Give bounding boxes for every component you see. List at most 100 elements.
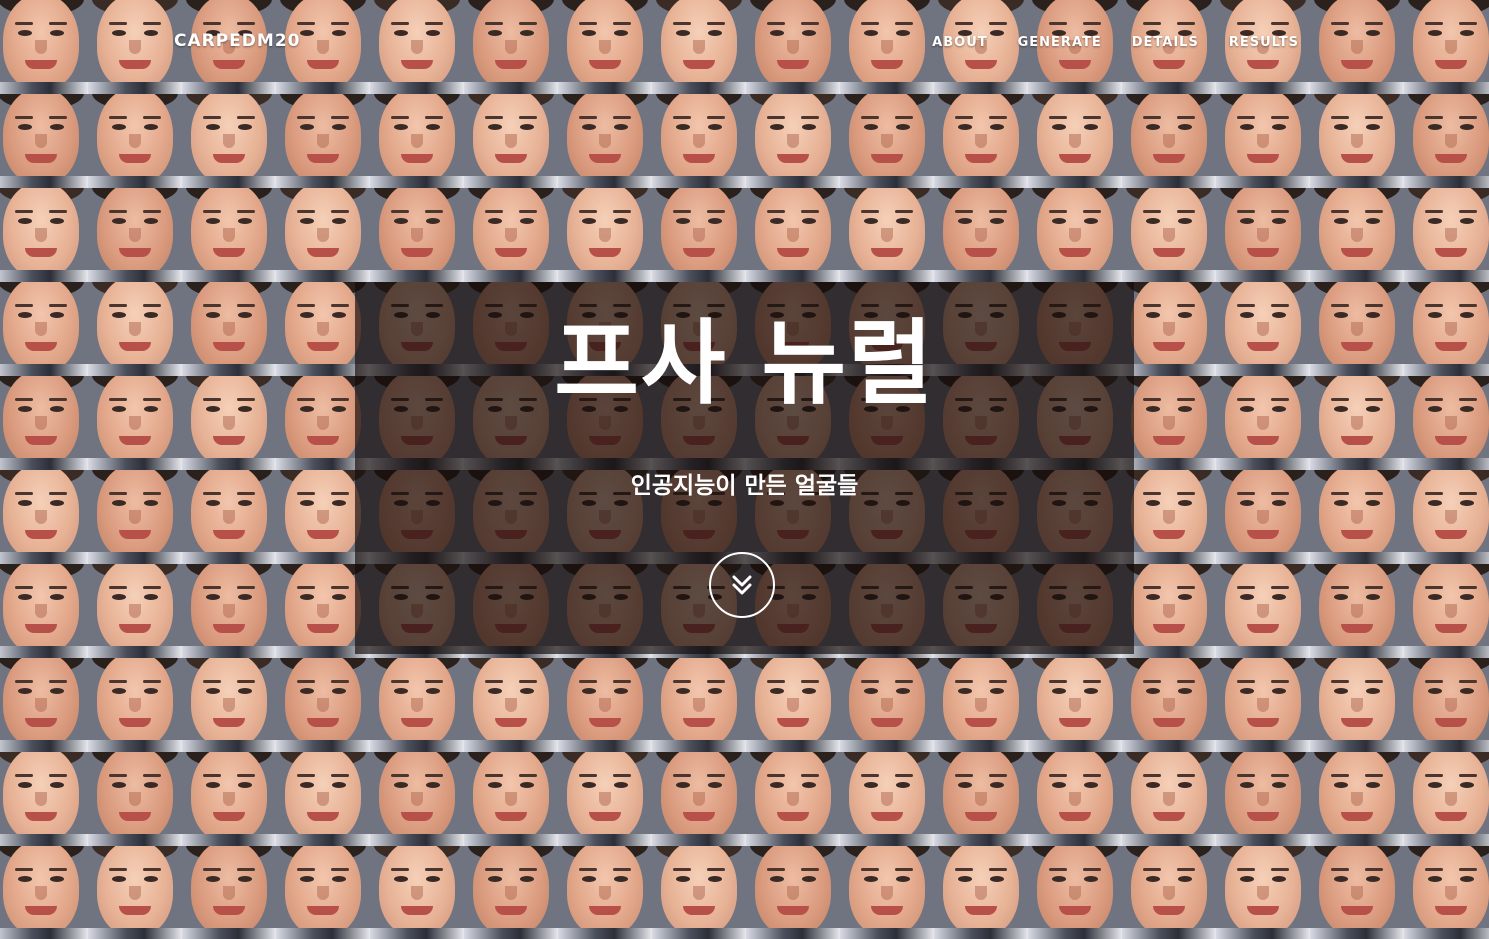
face-part xyxy=(0,552,88,564)
face-part xyxy=(109,116,127,119)
face-part xyxy=(707,210,725,213)
face-part xyxy=(238,500,252,506)
face-image xyxy=(1310,376,1404,470)
face-image xyxy=(1310,470,1404,564)
face-part xyxy=(297,304,315,307)
face-part xyxy=(206,124,220,130)
face-part xyxy=(1351,604,1363,618)
scroll-down-button[interactable] xyxy=(709,552,775,618)
face-part xyxy=(88,270,182,282)
face-part xyxy=(1257,604,1269,618)
face-part xyxy=(213,718,245,727)
face-part xyxy=(1428,406,1442,412)
face-part xyxy=(1351,134,1363,148)
face-part xyxy=(1271,774,1289,777)
face-part xyxy=(88,176,182,188)
face-part xyxy=(1247,906,1279,915)
face-part xyxy=(520,124,534,130)
face-part xyxy=(50,406,64,412)
face-part xyxy=(237,398,255,401)
face-part xyxy=(307,624,339,633)
face-part xyxy=(746,928,840,939)
face-part xyxy=(1153,436,1185,445)
nav-link-about[interactable]: ABOUT xyxy=(932,35,987,50)
face-part xyxy=(119,248,151,257)
face-part xyxy=(370,176,464,188)
face-part xyxy=(934,928,1028,939)
face-part xyxy=(965,154,997,163)
face-part xyxy=(864,218,878,224)
face-image xyxy=(1310,658,1404,752)
face-part xyxy=(1028,176,1122,188)
face-image xyxy=(1404,658,1489,752)
face-part xyxy=(1153,154,1185,163)
face-part xyxy=(411,886,423,900)
face-part xyxy=(934,270,1028,282)
face-image xyxy=(464,658,558,752)
face-part xyxy=(1435,624,1467,633)
face-part xyxy=(1428,688,1442,694)
face-image xyxy=(1216,376,1310,470)
face-part xyxy=(1365,774,1383,777)
nav-link-details[interactable]: DETAILS xyxy=(1132,35,1199,50)
face-part xyxy=(238,594,252,600)
face-part xyxy=(237,586,255,589)
face-part xyxy=(520,688,534,694)
face-image xyxy=(0,752,88,846)
face-part xyxy=(25,530,57,539)
face-part xyxy=(119,624,151,633)
face-part xyxy=(1334,782,1348,788)
face-part xyxy=(801,774,819,777)
face-part xyxy=(1216,552,1310,564)
face-part xyxy=(787,698,799,712)
face-part xyxy=(50,594,64,600)
face-part xyxy=(182,458,276,470)
face-part xyxy=(223,416,235,430)
face-part xyxy=(693,792,705,806)
face-image xyxy=(746,658,840,752)
face-part xyxy=(370,928,464,939)
face-part xyxy=(1049,210,1067,213)
face-part xyxy=(599,698,611,712)
face-part xyxy=(1240,594,1254,600)
face-part xyxy=(1435,248,1467,257)
face-part xyxy=(238,218,252,224)
face-part xyxy=(861,680,879,683)
nav-link-results[interactable]: RESULTS xyxy=(1229,35,1299,50)
face-part xyxy=(1083,210,1101,213)
face-part xyxy=(746,176,840,188)
brand-logo-link[interactable]: CARPEDM20 xyxy=(174,31,300,51)
face-part xyxy=(488,688,502,694)
face-part xyxy=(307,154,339,163)
face-part xyxy=(331,680,349,683)
face-part xyxy=(770,218,784,224)
face-part xyxy=(955,774,973,777)
face-part xyxy=(990,688,1004,694)
face-part xyxy=(307,342,339,351)
face-part xyxy=(1153,248,1185,257)
face-image xyxy=(1028,752,1122,846)
face-image xyxy=(0,94,88,188)
face-part xyxy=(770,876,784,882)
face-part xyxy=(50,124,64,130)
face-part xyxy=(15,116,33,119)
face-part xyxy=(49,304,67,307)
face-part xyxy=(1460,782,1474,788)
face-part xyxy=(18,876,32,882)
face-part xyxy=(1177,868,1195,871)
face-part xyxy=(144,312,158,318)
face-part xyxy=(223,510,235,524)
face-part xyxy=(1177,586,1195,589)
face-part xyxy=(1240,218,1254,224)
face-image xyxy=(1216,564,1310,658)
face-part xyxy=(1177,116,1195,119)
face-part xyxy=(1459,304,1477,307)
face-part xyxy=(1257,416,1269,430)
face-part xyxy=(895,774,913,777)
face-part xyxy=(213,342,245,351)
nav-links: ABOUT GENERATE DETAILS RESULTS xyxy=(932,35,1299,50)
face-part xyxy=(1240,876,1254,882)
nav-link-generate[interactable]: GENERATE xyxy=(1018,35,1102,50)
face-part xyxy=(276,834,370,846)
face-image xyxy=(182,282,276,376)
